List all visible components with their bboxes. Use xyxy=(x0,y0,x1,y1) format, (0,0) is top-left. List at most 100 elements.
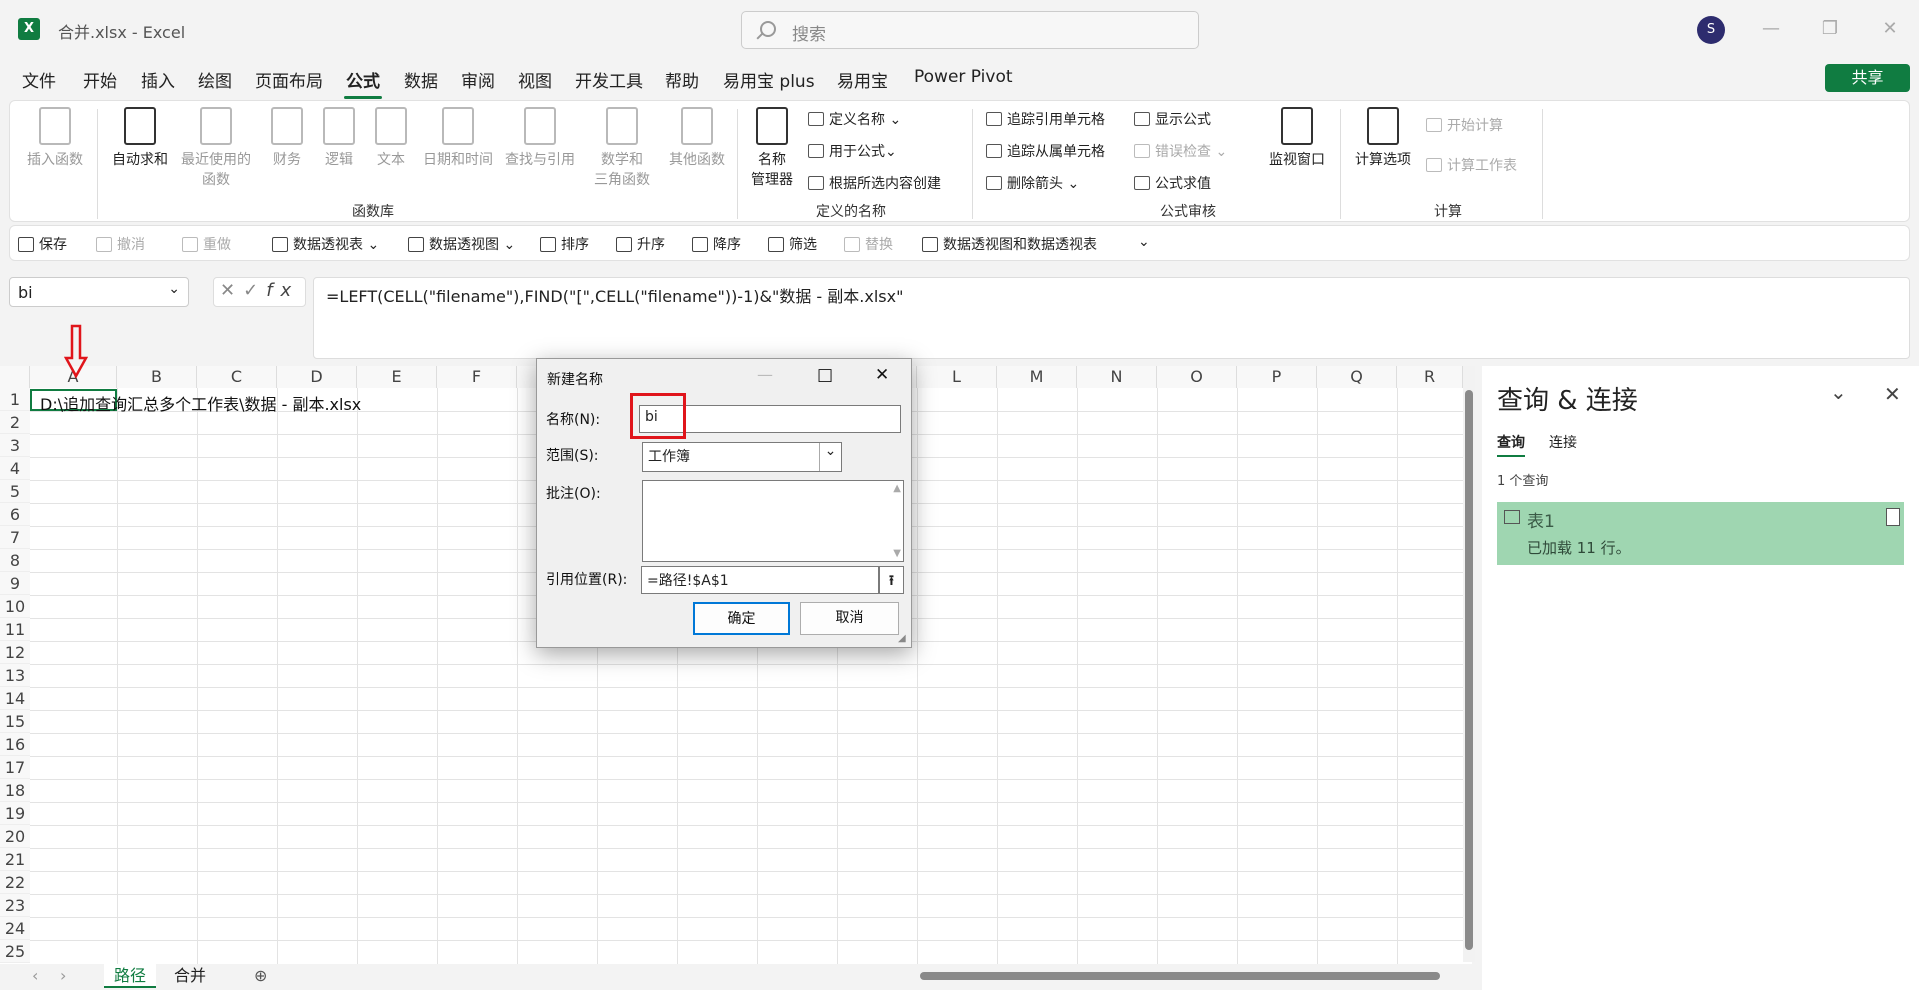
error-checking-button[interactable]: 错误检查 ⌄ xyxy=(1134,141,1227,161)
text-button[interactable]: 文本 xyxy=(368,107,414,169)
tab-help[interactable]: 帮助 xyxy=(663,67,701,92)
row-header[interactable]: 5 xyxy=(0,480,30,503)
col-header[interactable]: R xyxy=(1397,366,1463,388)
col-header[interactable]: Q xyxy=(1317,366,1397,388)
enter-icon[interactable]: ✓ xyxy=(243,280,266,301)
qat-pivot-chart[interactable]: 数据透视图 ⌄ xyxy=(408,234,515,254)
refresh-doc-icon[interactable] xyxy=(1886,508,1900,526)
minimize-button[interactable]: — xyxy=(1756,16,1786,42)
lookup-button[interactable]: 查找与引用 xyxy=(500,107,580,169)
cancel-button[interactable]: 取消 xyxy=(800,602,899,635)
tab-file[interactable]: 文件 xyxy=(20,67,58,92)
row-header[interactable]: 12 xyxy=(0,641,30,664)
tab-data[interactable]: 数据 xyxy=(402,67,440,92)
comment-textarea[interactable]: ▲ ▼ xyxy=(642,480,904,562)
select-all-corner[interactable] xyxy=(0,366,30,388)
create-from-selection-button[interactable]: 根据所选内容创建 xyxy=(808,173,941,193)
trace-dependents-button[interactable]: 追踪从属单元格 xyxy=(986,141,1105,161)
formula-bar[interactable]: =LEFT(CELL("filename"),FIND("[",CELL("fi… xyxy=(313,277,1910,359)
scope-select[interactable]: 工作簿 ⌄ xyxy=(642,442,842,472)
col-header[interactable]: O xyxy=(1157,366,1237,388)
cancel-icon[interactable]: ✕ xyxy=(220,280,243,301)
fx-icon[interactable]: fx xyxy=(266,280,299,301)
sheet-tab-path[interactable]: 路径 xyxy=(104,964,157,988)
financial-button[interactable]: 财务 xyxy=(264,107,310,169)
name-manager-button[interactable]: 名称 管理器 xyxy=(746,107,798,189)
row-header[interactable]: 3 xyxy=(0,434,30,457)
row-header[interactable]: 11 xyxy=(0,618,30,641)
tab-formulas[interactable]: 公式 xyxy=(344,67,382,99)
tab-insert[interactable]: 插入 xyxy=(139,67,177,92)
close-icon[interactable]: ✕ xyxy=(875,365,889,385)
qat-filter[interactable]: 筛选 xyxy=(768,234,817,254)
tab-draw[interactable]: 绘图 xyxy=(196,67,234,92)
more-functions-button[interactable]: 其他函数 xyxy=(662,107,732,169)
ok-button[interactable]: 确定 xyxy=(693,602,790,635)
use-in-formula-button[interactable]: 用于公式⌄ xyxy=(808,141,897,161)
qat-pivot-chart-and-table[interactable]: 数据透视图和数据透视表 xyxy=(922,234,1097,254)
col-header[interactable]: P xyxy=(1237,366,1317,388)
col-header[interactable]: L xyxy=(917,366,997,388)
qat-save[interactable]: 保存 xyxy=(18,234,67,254)
recent-functions-button[interactable]: 最近使用的 函数 xyxy=(176,107,256,189)
next-sheet-icon[interactable]: › xyxy=(50,964,76,988)
qat-sort-asc[interactable]: 升序 xyxy=(616,234,665,254)
row-header[interactable]: 18 xyxy=(0,779,30,802)
refers-to-input[interactable]: =路径!$A$1 xyxy=(641,566,879,594)
qat-undo[interactable]: 撤消 xyxy=(96,234,145,254)
define-name-button[interactable]: 定义名称 ⌄ xyxy=(808,109,901,129)
row-header[interactable]: 22 xyxy=(0,871,30,894)
tab-developer[interactable]: 开发工具 xyxy=(573,67,645,92)
col-header[interactable]: C xyxy=(197,366,277,388)
row-header[interactable]: 15 xyxy=(0,710,30,733)
calc-sheet-button[interactable]: 计算工作表 xyxy=(1426,155,1517,175)
qat-replace[interactable]: 替换 xyxy=(844,234,893,254)
row-header[interactable]: 13 xyxy=(0,664,30,687)
search-box[interactable]: 搜索 xyxy=(741,11,1199,49)
tab-power-pivot[interactable]: Power Pivot xyxy=(912,67,1015,87)
row-header[interactable]: 2 xyxy=(0,411,30,434)
row-header[interactable]: 1 xyxy=(0,388,30,411)
close-pane-icon[interactable]: ✕ xyxy=(1884,382,1901,406)
qat-customize-icon[interactable]: ⌄ xyxy=(1138,234,1150,250)
col-header[interactable]: E xyxy=(357,366,437,388)
calc-options-button[interactable]: 计算选项 xyxy=(1350,107,1416,169)
collapse-dialog-icon[interactable]: ⭱ xyxy=(879,566,904,594)
row-header[interactable]: 25 xyxy=(0,940,30,963)
evaluate-formula-button[interactable]: 公式求值 xyxy=(1134,173,1211,193)
row-header[interactable]: 19 xyxy=(0,802,30,825)
tab-home[interactable]: 开始 xyxy=(81,67,119,92)
tab-page-layout[interactable]: 页面布局 xyxy=(253,67,325,92)
row-header[interactable]: 20 xyxy=(0,825,30,848)
row-header[interactable]: 24 xyxy=(0,917,30,940)
logical-button[interactable]: 逻辑 xyxy=(316,107,362,169)
chevron-down-icon[interactable]: ⌄ xyxy=(168,281,180,297)
row-header[interactable]: 6 xyxy=(0,503,30,526)
col-header[interactable]: D xyxy=(277,366,357,388)
show-formulas-button[interactable]: 显示公式 xyxy=(1134,109,1211,129)
row-header[interactable]: 4 xyxy=(0,457,30,480)
row-header[interactable]: 21 xyxy=(0,848,30,871)
sheet-tab-merge[interactable]: 合并 xyxy=(164,964,216,988)
avatar[interactable]: S xyxy=(1697,16,1725,44)
tab-queries[interactable]: 查询 xyxy=(1497,432,1525,457)
vertical-scrollbar[interactable] xyxy=(1463,366,1475,962)
scroll-down-icon[interactable]: ▼ xyxy=(893,548,901,559)
col-header[interactable]: N xyxy=(1077,366,1157,388)
tab-review[interactable]: 审阅 xyxy=(459,67,497,92)
chevron-down-icon[interactable]: ⌄ xyxy=(819,443,841,471)
math-button[interactable]: 数学和 三角函数 xyxy=(582,107,662,189)
remove-arrows-button[interactable]: 删除箭头 ⌄ xyxy=(986,173,1079,193)
datetime-button[interactable]: 日期和时间 xyxy=(418,107,498,169)
qat-pivot-table[interactable]: 数据透视表 ⌄ xyxy=(272,234,379,254)
maximize-icon[interactable]: □ xyxy=(817,365,833,385)
close-button[interactable]: ✕ xyxy=(1875,16,1905,42)
watch-window-button[interactable]: 监视窗口 xyxy=(1264,107,1330,169)
col-header[interactable]: M xyxy=(997,366,1077,388)
horizontal-scrollbar-thumb[interactable] xyxy=(920,972,1440,980)
scroll-up-icon[interactable]: ▲ xyxy=(893,483,901,494)
row-header[interactable]: 8 xyxy=(0,549,30,572)
add-sheet-icon[interactable]: ⊕ xyxy=(244,964,277,988)
prev-sheet-icon[interactable]: ‹ xyxy=(22,964,48,988)
tab-yiyongbao[interactable]: 易用宝 xyxy=(835,67,890,92)
